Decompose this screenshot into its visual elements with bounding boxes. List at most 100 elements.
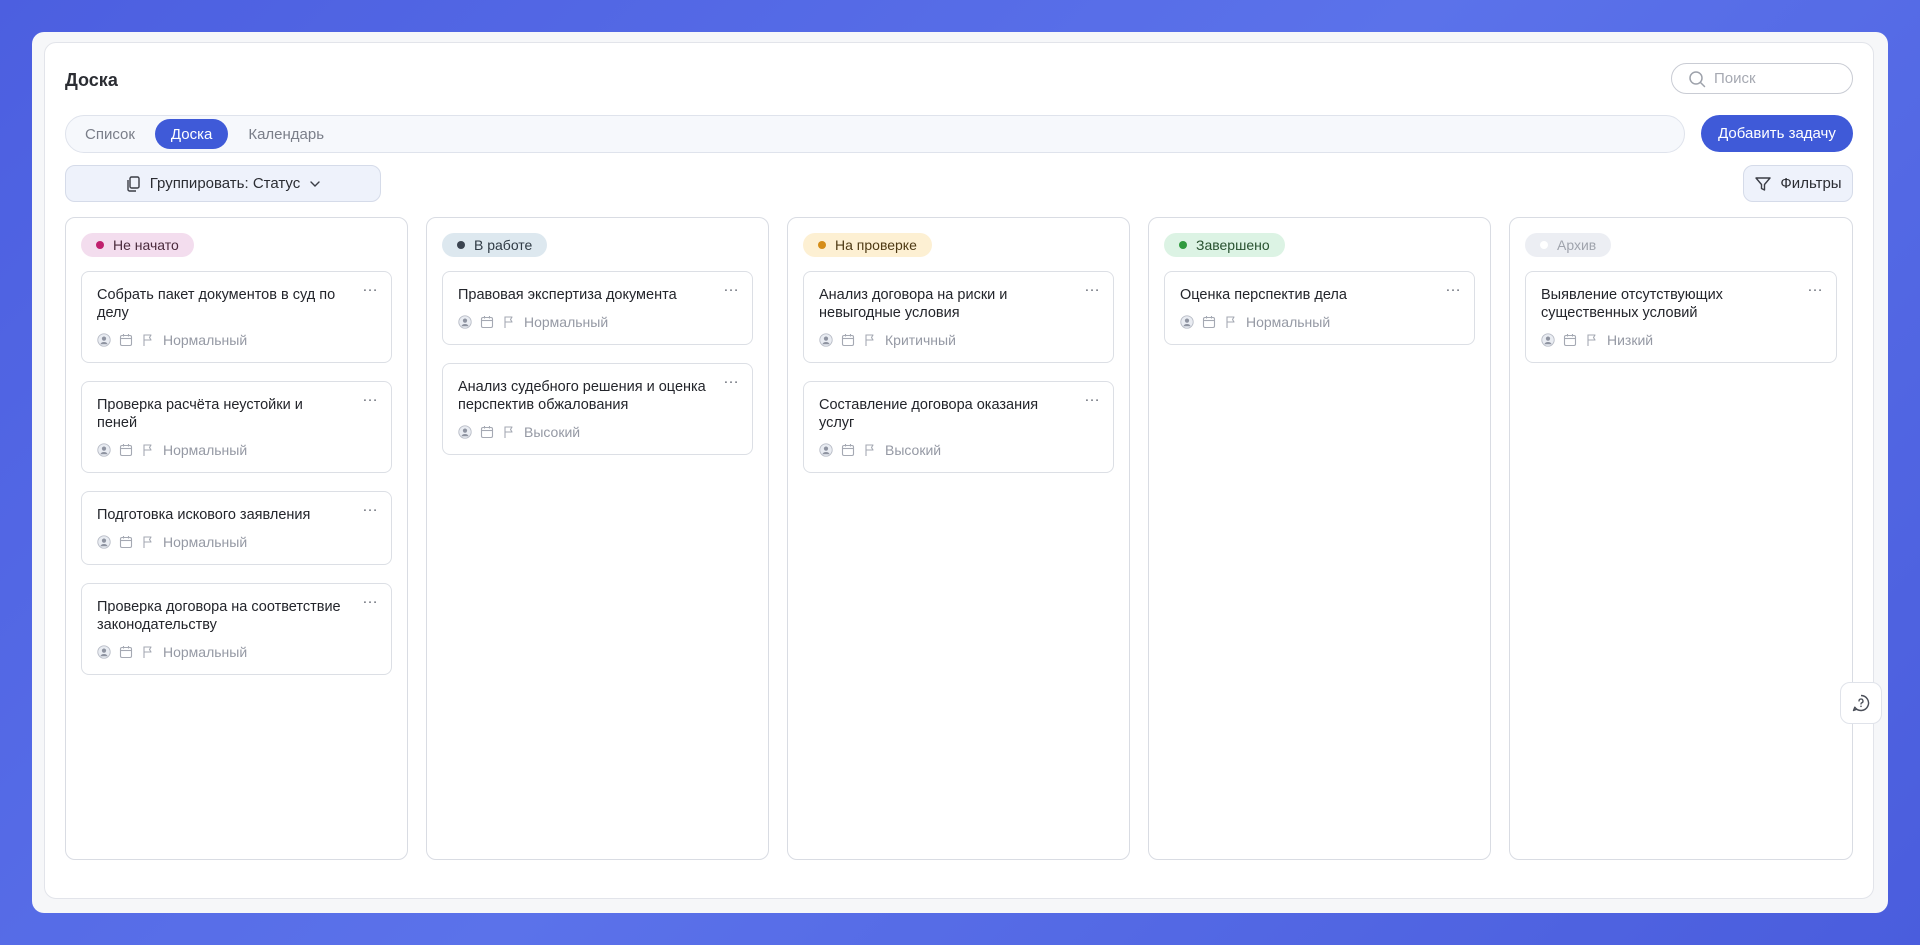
calendar-icon [841, 334, 855, 347]
more-horizontal-icon[interactable]: … [1084, 389, 1101, 405]
calendar-icon [119, 646, 133, 659]
tab-calendar[interactable]: Календарь [232, 119, 340, 149]
flag-icon [865, 444, 874, 456]
flag-icon [143, 444, 152, 456]
card-list: Оценка перспектив дела … Нормальный [1164, 271, 1475, 345]
copy-icon [127, 175, 140, 192]
status-badge[interactable]: Не начато [81, 233, 194, 257]
task-priority: Нормальный [1246, 314, 1331, 330]
status-badge[interactable]: Завершено [1164, 233, 1285, 257]
task-priority: Высокий [524, 424, 581, 440]
more-horizontal-icon[interactable]: … [1084, 279, 1101, 295]
task-priority: Критичный [885, 332, 956, 348]
status-dot [818, 241, 826, 249]
task-meta: Нормальный [1180, 314, 1459, 330]
search-input[interactable] [1714, 70, 1834, 87]
page-title: Доска [65, 70, 118, 90]
task-card[interactable]: Проверка расчёта неустойки и пеней … Норма… [81, 381, 392, 473]
task-priority: Нормальный [163, 332, 248, 348]
column-in-progress: В работе Правовая экспертиза документа … Но… [426, 217, 769, 860]
calendar-icon [480, 316, 494, 329]
user-icon [819, 443, 833, 457]
calendar-icon [1202, 316, 1216, 329]
more-horizontal-icon[interactable]: … [1807, 279, 1824, 295]
task-card[interactable]: Оценка перспектив дела … Нормальный [1164, 271, 1475, 345]
task-title: Выявление отсутствующих существенных усл… [1541, 287, 1723, 321]
status-label: В работе [474, 237, 533, 253]
flag-icon [504, 316, 513, 328]
flag-icon [1587, 334, 1596, 346]
task-card[interactable]: Подготовка искового заявления … Нормальный [81, 491, 392, 565]
calendar-icon [119, 334, 133, 347]
status-badge[interactable]: В работе [442, 233, 548, 257]
group-by-label: Группировать: Статус [149, 175, 301, 192]
task-card[interactable]: Собрать пакет документов в суд по делу … Н… [81, 271, 392, 363]
user-icon [458, 315, 472, 329]
task-card[interactable]: Правовая экспертиза документа … Нормальный [442, 271, 753, 345]
status-dot [1540, 241, 1548, 249]
column-review: На проверке Анализ договора на риски и не… [787, 217, 1130, 860]
more-horizontal-icon[interactable]: … [362, 499, 379, 515]
task-priority: Низкий [1607, 332, 1654, 348]
more-horizontal-icon[interactable]: … [723, 279, 740, 295]
view-tabs: Список Доска Календарь [65, 115, 1685, 153]
help-button[interactable] [1840, 682, 1882, 724]
task-meta: Высокий [458, 424, 737, 440]
board-panel: Доска Список Доска Календарь Добавить за… [44, 42, 1874, 899]
task-priority: Нормальный [163, 442, 248, 458]
more-horizontal-icon[interactable]: … [1445, 279, 1462, 295]
status-dot [1179, 241, 1187, 249]
task-meta: Нормальный [97, 442, 376, 458]
calendar-icon [1563, 334, 1577, 347]
column-archive: Архив Выявление отсутствующих существенны… [1509, 217, 1853, 860]
user-icon [97, 333, 111, 347]
task-title: Собрать пакет документов в суд по делу [97, 287, 336, 321]
search-box[interactable] [1671, 63, 1853, 94]
add-task-button[interactable]: Добавить задачу [1701, 115, 1853, 152]
task-card[interactable]: Анализ договора на риски и невыгодные ус… [803, 271, 1114, 363]
flag-icon [1226, 316, 1235, 328]
status-label: Архив [1557, 237, 1597, 253]
column-done: Завершено Оценка перспектив дела … Нормальн… [1148, 217, 1491, 860]
tab-list[interactable]: Список [69, 119, 151, 149]
task-card[interactable]: Анализ судебного решения и оценка перспе… [442, 363, 753, 455]
task-meta: Нормальный [458, 314, 737, 330]
flag-icon [504, 426, 513, 438]
tab-board[interactable]: Доска [154, 119, 229, 149]
filter-icon [1755, 176, 1772, 191]
user-icon [458, 425, 472, 439]
calendar-icon [480, 426, 494, 439]
more-horizontal-icon[interactable]: … [362, 389, 379, 405]
task-title: Правовая экспертиза документа [458, 287, 677, 303]
task-title: Анализ судебного решения и оценка перспе… [458, 379, 706, 413]
task-meta: Высокий [819, 442, 1098, 458]
filters-label: Фильтры [1780, 175, 1842, 192]
more-horizontal-icon[interactable]: … [723, 371, 740, 387]
task-priority: Нормальный [163, 644, 248, 660]
user-icon [1541, 333, 1555, 347]
task-meta: Низкий [1541, 332, 1821, 348]
user-icon [97, 645, 111, 659]
task-card[interactable]: Выявление отсутствующих существенных усл… [1525, 271, 1837, 363]
group-by-button[interactable]: Группировать: Статус [65, 165, 381, 202]
task-meta: Нормальный [97, 534, 376, 550]
task-meta: Критичный [819, 332, 1098, 348]
task-title: Составление договора оказания услуг [819, 397, 1039, 431]
calendar-icon [841, 444, 855, 457]
more-horizontal-icon[interactable]: … [362, 591, 379, 607]
status-badge[interactable]: Архив [1525, 233, 1612, 257]
task-title: Анализ договора на риски и невыгодные ус… [819, 287, 1008, 321]
more-horizontal-icon[interactable]: … [362, 279, 379, 295]
user-icon [97, 443, 111, 457]
chat-help-icon [1852, 694, 1870, 712]
status-dot [457, 241, 465, 249]
task-card[interactable]: Проверка договора на соответствие законо… [81, 583, 392, 675]
user-icon [1180, 315, 1194, 329]
user-icon [819, 333, 833, 347]
status-badge[interactable]: На проверке [803, 233, 932, 257]
task-card[interactable]: Составление договора оказания услуг … Высо… [803, 381, 1114, 473]
user-icon [97, 535, 111, 549]
card-list: Собрать пакет документов в суд по делу … Н… [81, 271, 392, 675]
filters-button[interactable]: Фильтры [1743, 165, 1853, 202]
card-list: Правовая экспертиза документа … Нормальный… [442, 271, 753, 455]
